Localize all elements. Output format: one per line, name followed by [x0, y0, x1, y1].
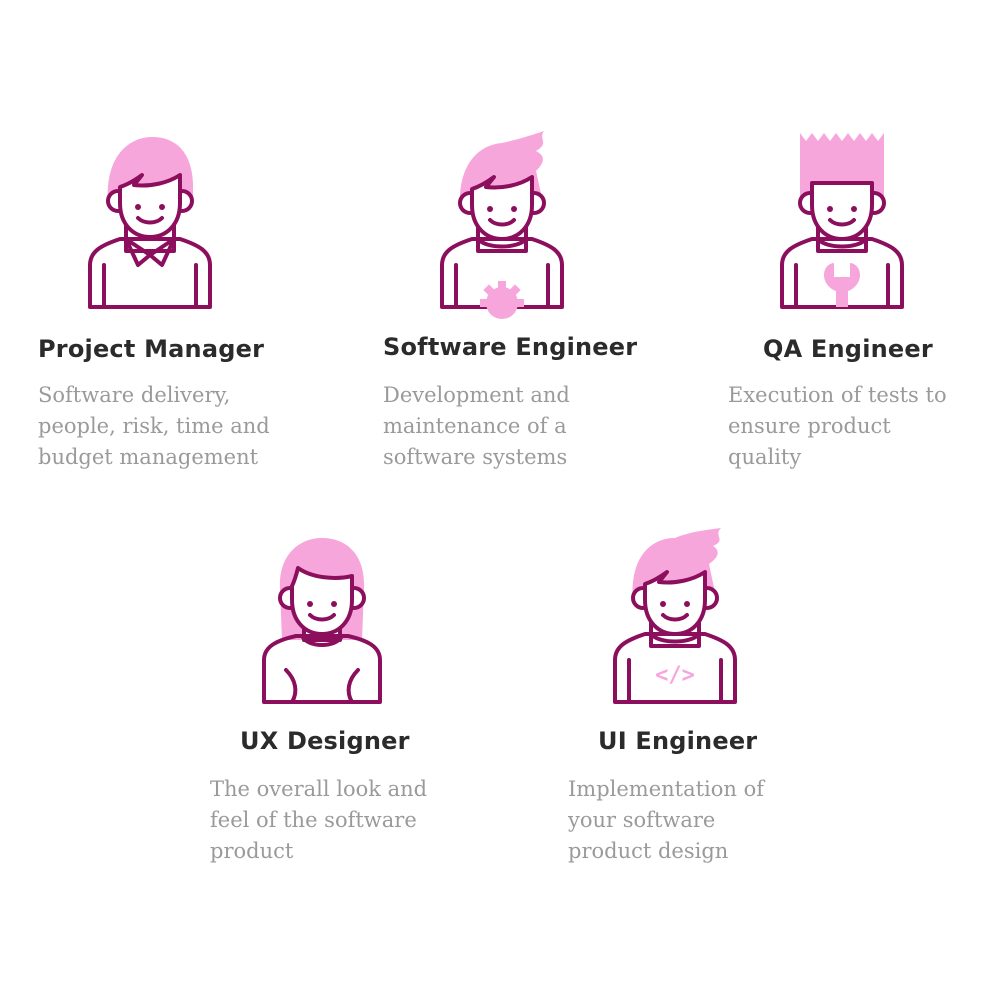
role-description: Implementation of your software product … — [568, 777, 765, 863]
role-title: Project Manager — [38, 335, 265, 363]
role-description: Execution of tests to ensure product qua… — [728, 383, 947, 469]
role-title: UI Engineer — [598, 727, 758, 755]
role-title: QA Engineer — [763, 335, 933, 363]
role-title: Software Engineer — [383, 333, 638, 361]
role-title: UX Designer — [240, 727, 410, 755]
role-description: Software delivery, people, risk, time an… — [38, 383, 270, 469]
project-manager-avatar-icon — [88, 137, 212, 309]
ux-designer-avatar-icon — [262, 538, 382, 704]
qa-engineer-avatar-icon — [780, 133, 904, 309]
role-description: Development and maintenance of a softwar… — [383, 383, 570, 469]
code-tag-icon: </> — [655, 663, 695, 688]
gear-icon — [480, 281, 524, 319]
role-description: The overall look and feel of the softwar… — [210, 777, 428, 863]
wrench-icon — [824, 263, 860, 307]
software-engineer-avatar-icon — [440, 131, 564, 319]
ui-engineer-avatar-icon: </> — [613, 528, 737, 704]
